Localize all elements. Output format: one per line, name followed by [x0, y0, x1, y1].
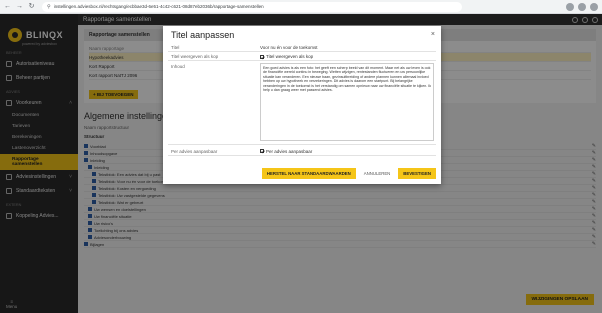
cancel-button[interactable]: ANNULEREN: [361, 168, 394, 179]
checkbox-checked-icon: [260, 149, 264, 154]
reload-icon[interactable]: ↻: [27, 2, 36, 11]
forward-icon[interactable]: →: [15, 2, 24, 11]
address-bar[interactable]: ⚲ instellingen.adviesbox.nl/rechtsgang/e…: [42, 1, 462, 12]
browser-toolbar: ← → ↻ ⚲ instellingen.adviesbox.nl/rechts…: [0, 0, 602, 14]
app-root: ← → ↻ ⚲ instellingen.adviesbox.nl/rechts…: [0, 0, 602, 313]
browser-actions: [566, 2, 598, 11]
titel-label: Titel: [171, 45, 180, 50]
browser-menu-icon[interactable]: [590, 2, 598, 11]
titel-kop-label: Titel weergeven als kop: [171, 54, 219, 59]
inhoud-label: Inhoud: [171, 64, 185, 69]
titel-kop-checkbox-label: Titel weergeven als kop: [266, 54, 314, 59]
per-advies-checkbox[interactable]: Per advies aanpasbaar: [260, 149, 312, 154]
site-info-icon[interactable]: ⚲: [47, 4, 51, 10]
titel-row: Titel Voor nu én voor de toekomst: [168, 43, 436, 52]
titel-kop-row: Titel weergeven als kop Titel weergeven …: [168, 52, 436, 61]
close-icon[interactable]: ×: [431, 31, 435, 38]
profile-icon[interactable]: [578, 2, 586, 11]
extensions-icon[interactable]: [566, 2, 574, 11]
per-advies-row: Per advies aanpasbaar Per advies aanpasb…: [168, 146, 436, 156]
inhoud-textarea[interactable]: Een goed advies is als een foto: het gee…: [260, 63, 434, 141]
per-advies-label: Per advies aanpasbaar: [171, 148, 218, 154]
checkbox-checked-icon: [260, 54, 264, 59]
titel-input[interactable]: Voor nu én voor de toekomst: [260, 45, 318, 50]
edit-title-dialog: Titel aanpassen × Titel Voor nu én voor …: [163, 26, 441, 184]
dialog-title: Titel aanpassen: [171, 30, 235, 40]
back-icon[interactable]: ←: [3, 2, 12, 11]
url-text: instellingen.adviesbox.nl/rechtsgang/ecb…: [53, 4, 264, 9]
confirm-button[interactable]: BEVESTIGEN: [398, 168, 436, 179]
reset-defaults-button[interactable]: HERSTEL NAAR STANDAARDWAARDEN: [261, 168, 356, 179]
dialog-buttons: HERSTEL NAAR STANDAARDWAARDEN ANNULEREN …: [261, 168, 436, 179]
inhoud-row: Inhoud Een goed advies is als een foto: …: [168, 61, 436, 145]
titel-kop-checkbox[interactable]: Titel weergeven als kop: [260, 54, 313, 59]
per-advies-checkbox-label: Per advies aanpasbaar: [266, 148, 313, 154]
